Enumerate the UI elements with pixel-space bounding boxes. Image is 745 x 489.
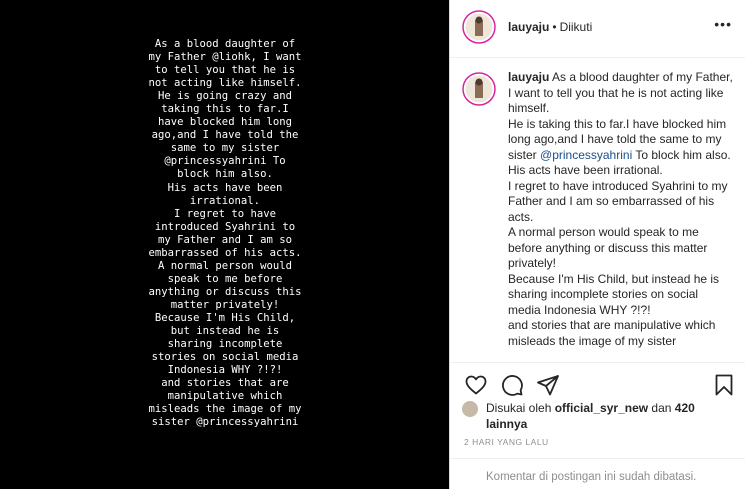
header-text: lauyaju • Diikuti [508,20,592,34]
story-image: As a blood daughter of my Father @liohk,… [0,0,449,489]
caption-p5: A normal person would speak to me before… [508,225,708,270]
avatar[interactable] [462,10,496,44]
mention-link[interactable]: @princessyahrini [540,148,632,162]
bookmark-icon[interactable] [712,373,736,397]
caption-p4: I regret to have introduced Syahrini to … [508,178,728,224]
header-username[interactable]: lauyaju [508,20,549,34]
caption-avatar[interactable] [462,72,496,106]
comment-icon[interactable] [500,373,524,397]
post-caption: lauyaju As a blood daughter of my Father… [508,70,734,362]
heart-icon[interactable] [464,373,488,397]
story-text: As a blood daughter of my Father @liohk,… [148,38,302,429]
comment-footer: Komentar di postingan ini sudah dibatasi… [450,458,745,489]
separator: • [552,20,557,34]
caption-p6: Because I'm His Child, but instead he is… [508,271,720,317]
liker-avatar[interactable] [462,401,478,417]
share-icon[interactable] [536,373,560,397]
likes-text: Disukai oleh official_syr_new dan 420 la… [486,400,726,432]
caption-username[interactable]: lauyaju [508,70,549,84]
caption-p3: His acts have been irrational. [508,163,663,177]
follow-status[interactable]: Diikuti [560,20,593,34]
post-sidebar: lauyaju • Diikuti ••• lauyaju As a blood d… [449,0,745,489]
caption-p2b: To block him also. [632,147,731,162]
post-header: lauyaju • Diikuti ••• [450,0,745,58]
caption-p7: and stories that are manipulative which … [508,318,716,348]
likes-middle: dan [648,401,675,415]
likes-prefix: Disukai oleh [486,401,555,415]
action-bar [450,362,745,402]
comments-disabled-note: Komentar di postingan ini sudah dibatasi… [486,471,697,483]
more-options-icon[interactable]: ••• [714,16,732,32]
liker-username[interactable]: official_syr_new [555,401,648,415]
post-timestamp[interactable]: 2 HARI YANG LALU [464,437,549,447]
